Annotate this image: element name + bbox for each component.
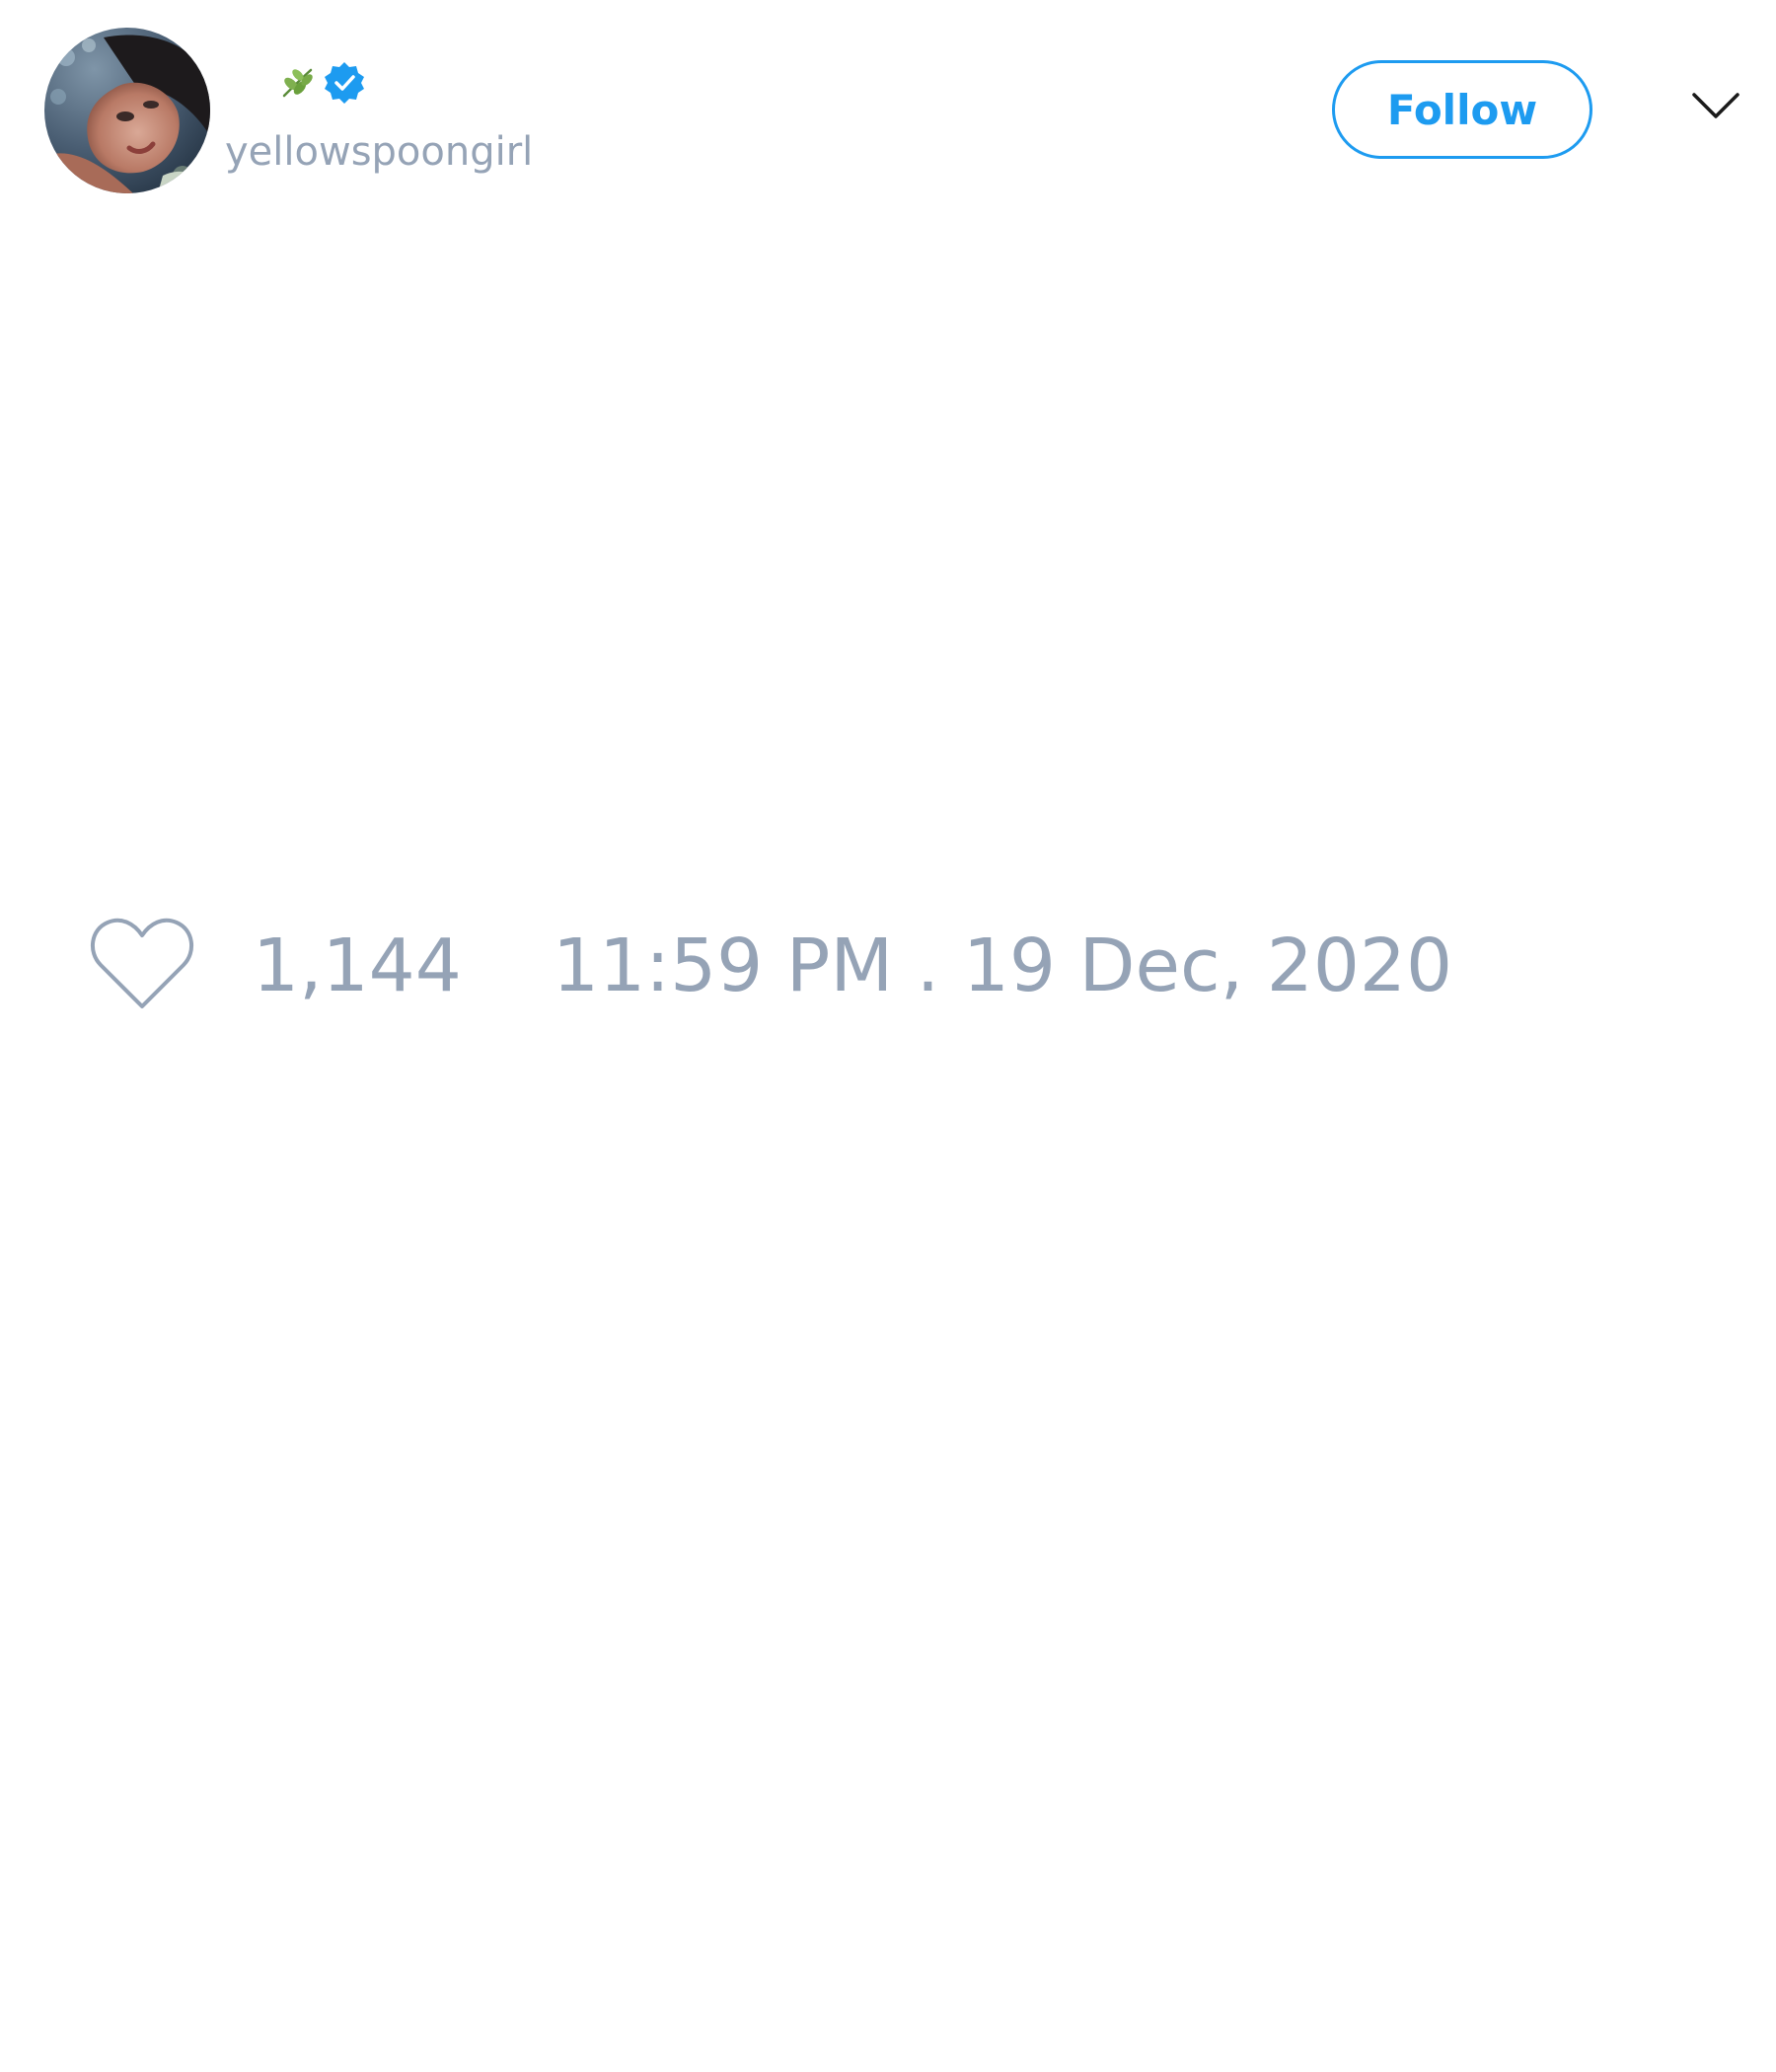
- tweet-timestamp[interactable]: 11:59 PM . 19 Dec, 2020: [553, 922, 1452, 1010]
- tweet-card: yellowspoongirl Follow 1,144 11:59 PM . …: [0, 0, 1776, 2072]
- avatar-photo: [44, 28, 210, 193]
- chevron-down-icon[interactable]: [1691, 91, 1740, 122]
- follow-button[interactable]: Follow: [1332, 60, 1592, 159]
- verified-badge-icon: [322, 60, 367, 106]
- heart-icon[interactable]: [89, 916, 195, 1012]
- user-handle[interactable]: yellowspoongirl: [225, 126, 533, 178]
- avatar[interactable]: [44, 28, 210, 193]
- like-count: 1,144: [253, 924, 462, 1008]
- leaf-icon: [278, 64, 316, 102]
- display-name-row[interactable]: [278, 57, 367, 109]
